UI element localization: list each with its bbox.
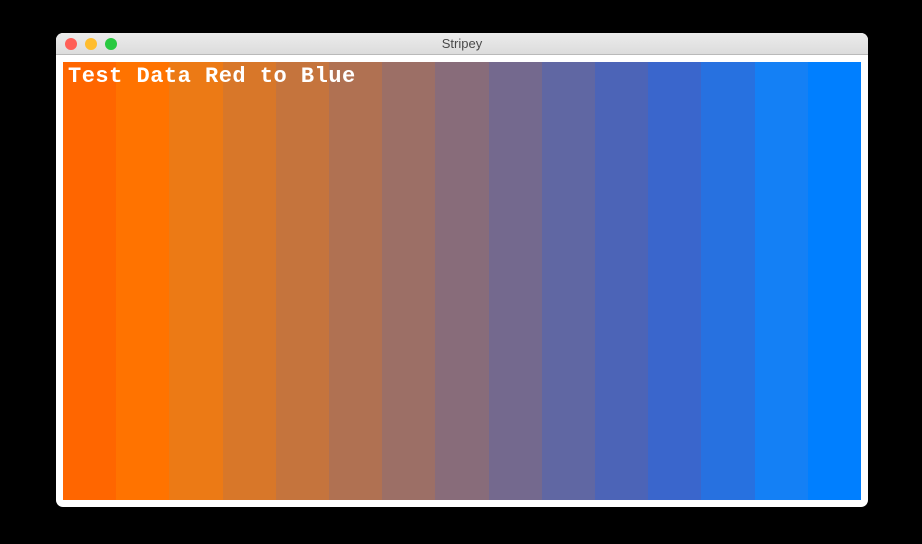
stripe <box>595 62 648 500</box>
stripe <box>116 62 169 500</box>
stripe <box>648 62 701 500</box>
overlay-label: Test Data Red to Blue <box>68 64 356 89</box>
stripe <box>489 62 542 500</box>
titlebar[interactable]: Stripey <box>56 33 868 55</box>
stripe <box>755 62 808 500</box>
close-icon[interactable] <box>65 38 77 50</box>
stripe <box>169 62 222 500</box>
stripe <box>63 62 116 500</box>
stripe <box>542 62 595 500</box>
window-title: Stripey <box>56 36 868 51</box>
stripe <box>808 62 861 500</box>
stripe-canvas <box>63 62 861 500</box>
stripe <box>276 62 329 500</box>
stripe <box>435 62 488 500</box>
zoom-icon[interactable] <box>105 38 117 50</box>
traffic-lights <box>56 33 117 54</box>
stripe <box>329 62 382 500</box>
minimize-icon[interactable] <box>85 38 97 50</box>
app-window: Stripey Test Data Red to Blue <box>56 33 868 507</box>
stripe <box>382 62 435 500</box>
stripe <box>223 62 276 500</box>
stripe <box>701 62 754 500</box>
